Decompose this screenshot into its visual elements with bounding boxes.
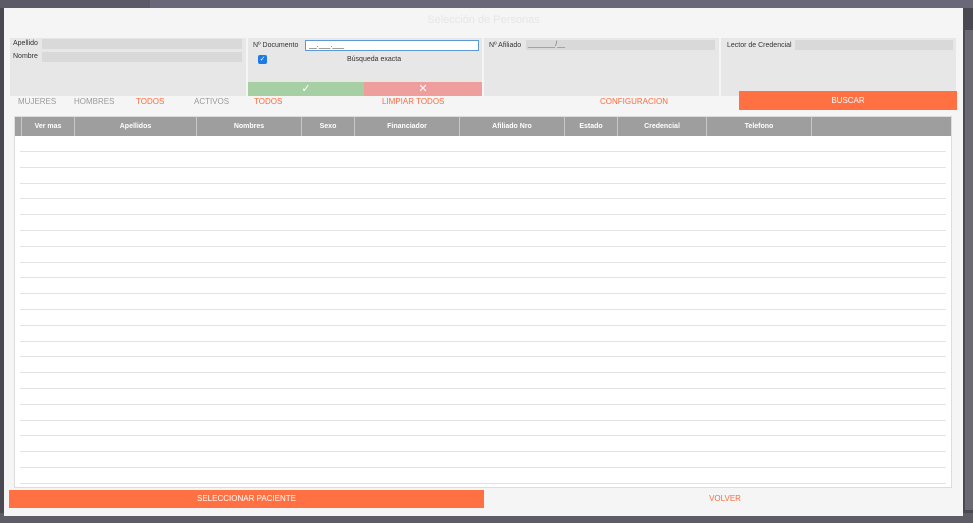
afiliado-search-panel: Nº Afiliado _______/__ [484,38,719,96]
table-row-divider [20,467,946,468]
table-row-divider [20,420,946,421]
table-row-divider [20,277,946,278]
volver-button[interactable]: VOLVER [487,490,963,508]
column-apellidos[interactable]: Apellidos [75,117,197,136]
table-row-divider [20,293,946,294]
check-icon: ✓ [259,56,266,63]
filter-todos-sexo[interactable]: TODOS [136,97,164,106]
column-ver-mas[interactable]: Ver mas [22,117,75,136]
table-row-divider [20,198,946,199]
documento-label: Nº Documento [253,42,299,49]
table-row-divider [20,451,946,452]
filter-mujeres[interactable]: MUJERES [18,97,56,106]
column-sexo[interactable]: Sexo [302,117,355,136]
table-row-divider [20,167,946,168]
table-row-divider [20,325,946,326]
busqueda-exacta-label: Búsqueda exacta [347,56,402,63]
buscar-button[interactable]: BUSCAR [739,91,957,110]
lector-label: Lector de Credencial [727,42,792,49]
table-row-divider [20,151,946,152]
table-row-divider [20,183,946,184]
table-row-divider [20,341,946,342]
close-icon: ✕ [418,83,428,95]
table-row-divider [20,388,946,389]
confirm-button[interactable]: ✓ [248,82,364,96]
limpiar-todos-button[interactable]: LIMPIAR TODOS [382,97,444,106]
apellido-input[interactable] [42,39,242,49]
table-row-divider [20,404,946,405]
table-row-divider [20,214,946,215]
documento-input[interactable] [305,40,479,51]
backdrop-right [965,30,973,510]
column-estado[interactable]: Estado [565,117,618,136]
document-search-panel: Nº Documento ✓ Búsqueda exacta ✓ ✕ [248,38,482,96]
afiliado-label: Nº Afiliado [489,42,522,49]
nombre-input[interactable] [42,52,242,62]
modal-title: Selección de Personas [427,14,540,26]
busqueda-exacta-checkbox[interactable]: ✓ [258,55,267,64]
nombre-label: Nombre [13,53,38,60]
credential-reader-panel: Lector de Credencial [721,38,956,96]
column-financiador[interactable]: Financiador [355,117,460,136]
table-row-divider [20,356,946,357]
table-row-divider [20,372,946,373]
seleccionar-paciente-button[interactable]: SELECCIONAR PACIENTE [9,490,484,508]
table-row-divider [20,483,946,484]
afiliado-input[interactable]: _______/__ [526,40,715,50]
column-credencial[interactable]: Credencial [618,117,707,136]
column-nombres[interactable]: Nombres [197,117,302,136]
table-row-divider [20,262,946,263]
name-search-panel: Apellido Nombre [10,38,246,96]
results-table: Ver mas Apellidos Nombres Sexo Financiad… [14,116,952,488]
table-row-divider [20,309,946,310]
configuracion-button[interactable]: CONFIGURACION [600,97,668,106]
lector-input[interactable] [795,40,953,50]
table-row-divider [20,246,946,247]
filter-activos[interactable]: ACTIVOS [194,97,229,106]
person-selection-modal: Selección de Personas Apellido Nombre Nº… [4,8,963,516]
check-icon: ✓ [301,83,311,95]
table-row-divider [20,230,946,231]
column-afiliado-nro[interactable]: Afiliado Nro [460,117,565,136]
cancel-button[interactable]: ✕ [364,82,482,96]
column-telefono[interactable]: Telefono [707,117,812,136]
filter-todos-estado[interactable]: TODOS [254,97,282,106]
table-row-divider [20,435,946,436]
table-header-spacer [15,117,22,136]
filter-hombres[interactable]: HOMBRES [74,97,114,106]
apellido-label: Apellido [13,40,38,47]
table-header: Ver mas Apellidos Nombres Sexo Financiad… [15,117,951,136]
backdrop-top-right [150,0,973,8]
